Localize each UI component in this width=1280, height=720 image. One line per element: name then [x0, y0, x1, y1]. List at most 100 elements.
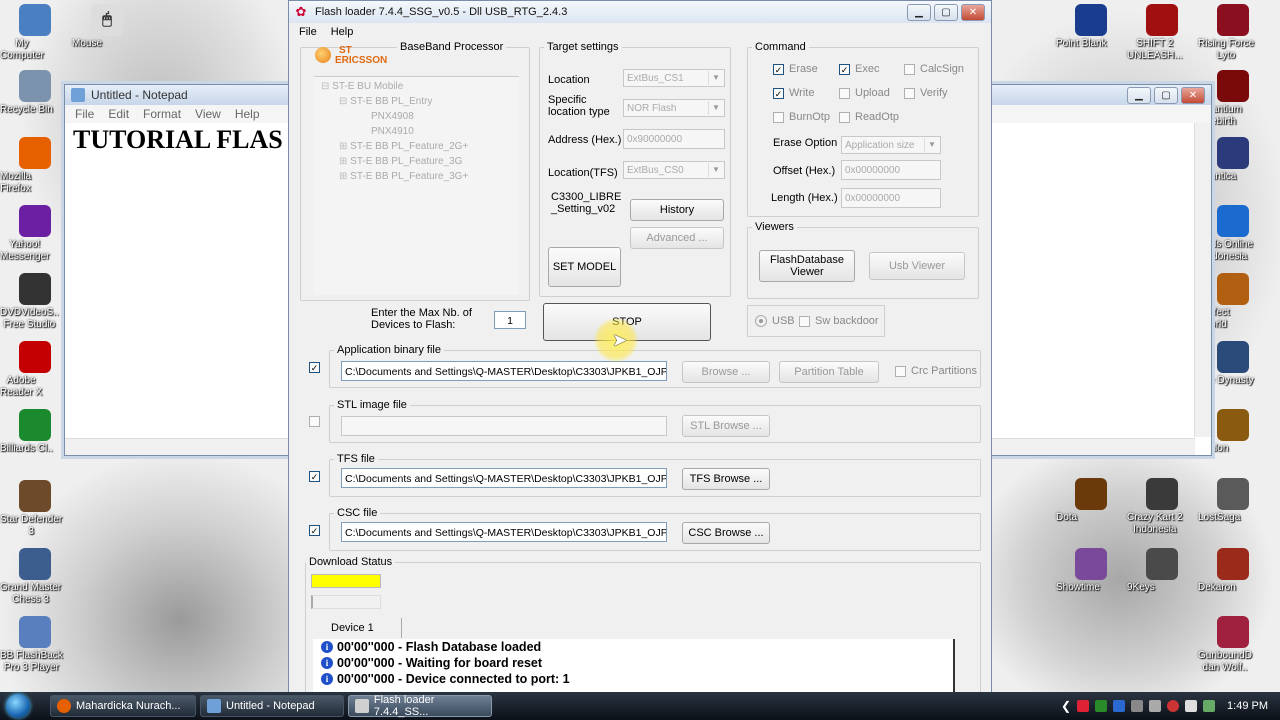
- exec-checkbox[interactable]: ✓ Exec: [839, 63, 879, 75]
- sw-backdoor-checkbox[interactable]: Sw backdoor: [799, 315, 879, 327]
- tree-item[interactable]: ⊟ ST-E BB PL_Entry: [321, 94, 468, 109]
- tree-item[interactable]: ⊞ ST-E BB PL_Feature_3G: [321, 154, 468, 169]
- tfs-browse-button[interactable]: TFS Browse ...: [682, 468, 770, 490]
- tree-item[interactable]: ⊞ ST-E BB PL_Feature_2G+: [321, 139, 468, 154]
- stl-checkbox[interactable]: [309, 416, 320, 427]
- vertical-scrollbar[interactable]: [1194, 123, 1211, 437]
- csc-checkbox[interactable]: ✓: [309, 525, 320, 536]
- usb-viewer-button[interactable]: Usb Viewer: [869, 252, 965, 280]
- browse-button[interactable]: Browse ...: [682, 361, 770, 383]
- desktop-icon[interactable]: SHIFT 2 UNLEASH...: [1127, 4, 1197, 61]
- desktop-icon[interactable]: Grand Master Chess 3: [0, 548, 70, 605]
- menu-format[interactable]: Format: [143, 107, 181, 121]
- menu-view[interactable]: View: [195, 107, 221, 121]
- desktop-icon-mouse[interactable]: 🖱 Mouse: [72, 4, 142, 49]
- tree-item[interactable]: PNX4908: [321, 109, 468, 124]
- menu-file[interactable]: File: [299, 26, 317, 38]
- taskbar-item-firefox[interactable]: Mahardicka Nurach...: [50, 695, 196, 717]
- tree-item[interactable]: ⊞ ST-E BB PL_Feature_3G+: [321, 169, 468, 184]
- desktop-icon[interactable]: Adobe Reader X: [0, 341, 70, 398]
- menu-help[interactable]: Help: [235, 107, 260, 121]
- desktop-icon[interactable]: 9Keys: [1127, 548, 1197, 593]
- desktop-icon[interactable]: Crazy Kart 2 Indonesia: [1127, 478, 1197, 535]
- tree-item[interactable]: PNX4910: [321, 124, 468, 139]
- maximize-button[interactable]: ▢: [1154, 87, 1178, 104]
- address-input[interactable]: 0x90000000: [623, 129, 725, 149]
- burnotp-checkbox[interactable]: BurnOtp: [773, 111, 830, 123]
- desktop-icon[interactable]: Billiards Cl..: [0, 409, 70, 454]
- stl-browse-button[interactable]: STL Browse ...: [682, 415, 770, 437]
- download-status-legend: Download Status: [309, 556, 393, 568]
- minimize-button[interactable]: ▁: [1127, 87, 1151, 104]
- usb-radio[interactable]: USB: [755, 315, 795, 327]
- taskbar-item-notepad[interactable]: Untitled - Notepad: [200, 695, 344, 717]
- tray-app-icon[interactable]: [1185, 700, 1198, 712]
- chevron-down-icon: ▼: [708, 163, 723, 177]
- tray-app-icon[interactable]: [1095, 700, 1108, 712]
- csc-path-input[interactable]: C:\Documents and Settings\Q-MASTER\Deskt…: [341, 522, 667, 542]
- advanced-button[interactable]: Advanced ...: [630, 227, 724, 249]
- network-icon[interactable]: [1131, 700, 1144, 712]
- desktop-icon[interactable]: My Computer: [0, 4, 70, 61]
- clock[interactable]: 1:49 PM: [1227, 700, 1268, 712]
- notepad-text[interactable]: TUTORIAL FLAS: [73, 125, 283, 155]
- desktop-icon[interactable]: Dota: [1056, 478, 1126, 523]
- tray-expand-icon[interactable]: ❮: [1061, 699, 1071, 713]
- tfs-path-input[interactable]: C:\Documents and Settings\Q-MASTER\Deskt…: [341, 468, 667, 488]
- crc-partitions-checkbox[interactable]: Crc Partitions: [895, 365, 977, 377]
- desktop-icon[interactable]: Dekaron: [1198, 548, 1268, 593]
- verify-checkbox[interactable]: Verify: [904, 87, 948, 99]
- max-devices-input[interactable]: 1: [494, 311, 526, 329]
- flashdatabase-viewer-button[interactable]: FlashDatabase Viewer: [759, 250, 855, 282]
- close-button[interactable]: ✕: [1181, 87, 1205, 104]
- desktop-icon[interactable]: GunboundD dan Wolf..: [1198, 616, 1268, 673]
- desktop-icon[interactable]: Star Defender 3: [0, 480, 70, 537]
- volume-icon[interactable]: [1149, 700, 1162, 712]
- flash-loader-window[interactable]: ✿ Flash loader 7.4.4_SSG_v0.5 - Dll USB_…: [288, 0, 992, 698]
- minimize-button[interactable]: ▁: [907, 4, 931, 21]
- desktop-icon[interactable]: Point Blank: [1056, 4, 1126, 49]
- desktop-icon[interactable]: Mozilla Firefox: [0, 137, 70, 194]
- billiards-icon: [19, 409, 51, 441]
- csc-browse-button[interactable]: CSC Browse ...: [682, 522, 770, 544]
- stl-path-input[interactable]: [341, 416, 667, 436]
- tfs-checkbox[interactable]: ✓: [309, 471, 320, 482]
- partition-table-button[interactable]: Partition Table: [779, 361, 879, 383]
- erase-checkbox[interactable]: ✓ Erase: [773, 63, 818, 75]
- readotp-checkbox[interactable]: ReadOtp: [839, 111, 899, 123]
- tray-app-icon[interactable]: [1113, 700, 1126, 712]
- desktop-icon[interactable]: Yahoo! Messenger: [0, 205, 70, 262]
- menu-help[interactable]: Help: [331, 26, 354, 38]
- location-tfs-select[interactable]: ExtBus_CS0 ▼: [623, 161, 725, 179]
- desktop-icon[interactable]: Recycle Bin: [0, 70, 70, 115]
- set-model-button[interactable]: SET MODEL: [548, 247, 621, 287]
- start-button[interactable]: [0, 692, 36, 720]
- tray-app-icon[interactable]: [1203, 700, 1216, 712]
- desktop-icon[interactable]: BB FlashBack Pro 3 Player: [0, 616, 70, 673]
- tray-app-icon[interactable]: [1167, 700, 1180, 712]
- location-select[interactable]: ExtBus_CS1 ▼: [623, 69, 725, 87]
- flash-titlebar[interactable]: ✿ Flash loader 7.4.4_SSG_v0.5 - Dll USB_…: [289, 1, 991, 23]
- app-binary-checkbox[interactable]: ✓: [309, 362, 320, 373]
- history-button[interactable]: History: [630, 199, 724, 221]
- desktop-icon[interactable]: Showtime: [1056, 548, 1126, 593]
- desktop-icon[interactable]: DVDVideoS.. Free Studio: [0, 273, 70, 330]
- tree-item[interactable]: ⊟ ST-E BU Mobile: [321, 79, 468, 94]
- specific-location-select[interactable]: NOR Flash ▼: [623, 99, 725, 117]
- upload-checkbox[interactable]: Upload: [839, 87, 890, 99]
- erase-option-select[interactable]: Application size ▼: [841, 136, 941, 154]
- menu-file[interactable]: File: [75, 107, 94, 121]
- write-checkbox[interactable]: ✓ Write: [773, 87, 814, 99]
- calcsign-checkbox[interactable]: CalcSign: [904, 63, 964, 75]
- close-button[interactable]: ✕: [961, 4, 985, 21]
- desktop-icon[interactable]: LostSaga: [1198, 478, 1268, 523]
- app-binary-path-input[interactable]: C:\Documents and Settings\Q-MASTER\Deskt…: [341, 361, 667, 381]
- length-input[interactable]: 0x00000000: [841, 188, 941, 208]
- menu-edit[interactable]: Edit: [108, 107, 129, 121]
- taskbar-item-flash-loader[interactable]: Flash loader 7.4.4_SS...: [348, 694, 492, 718]
- offset-input[interactable]: 0x00000000: [841, 160, 941, 180]
- tray-app-icon[interactable]: [1077, 700, 1090, 712]
- maximize-button[interactable]: ▢: [934, 4, 958, 21]
- device-tab[interactable]: Device 1: [319, 618, 402, 638]
- desktop-icon[interactable]: Rising Force Lyto: [1198, 4, 1268, 61]
